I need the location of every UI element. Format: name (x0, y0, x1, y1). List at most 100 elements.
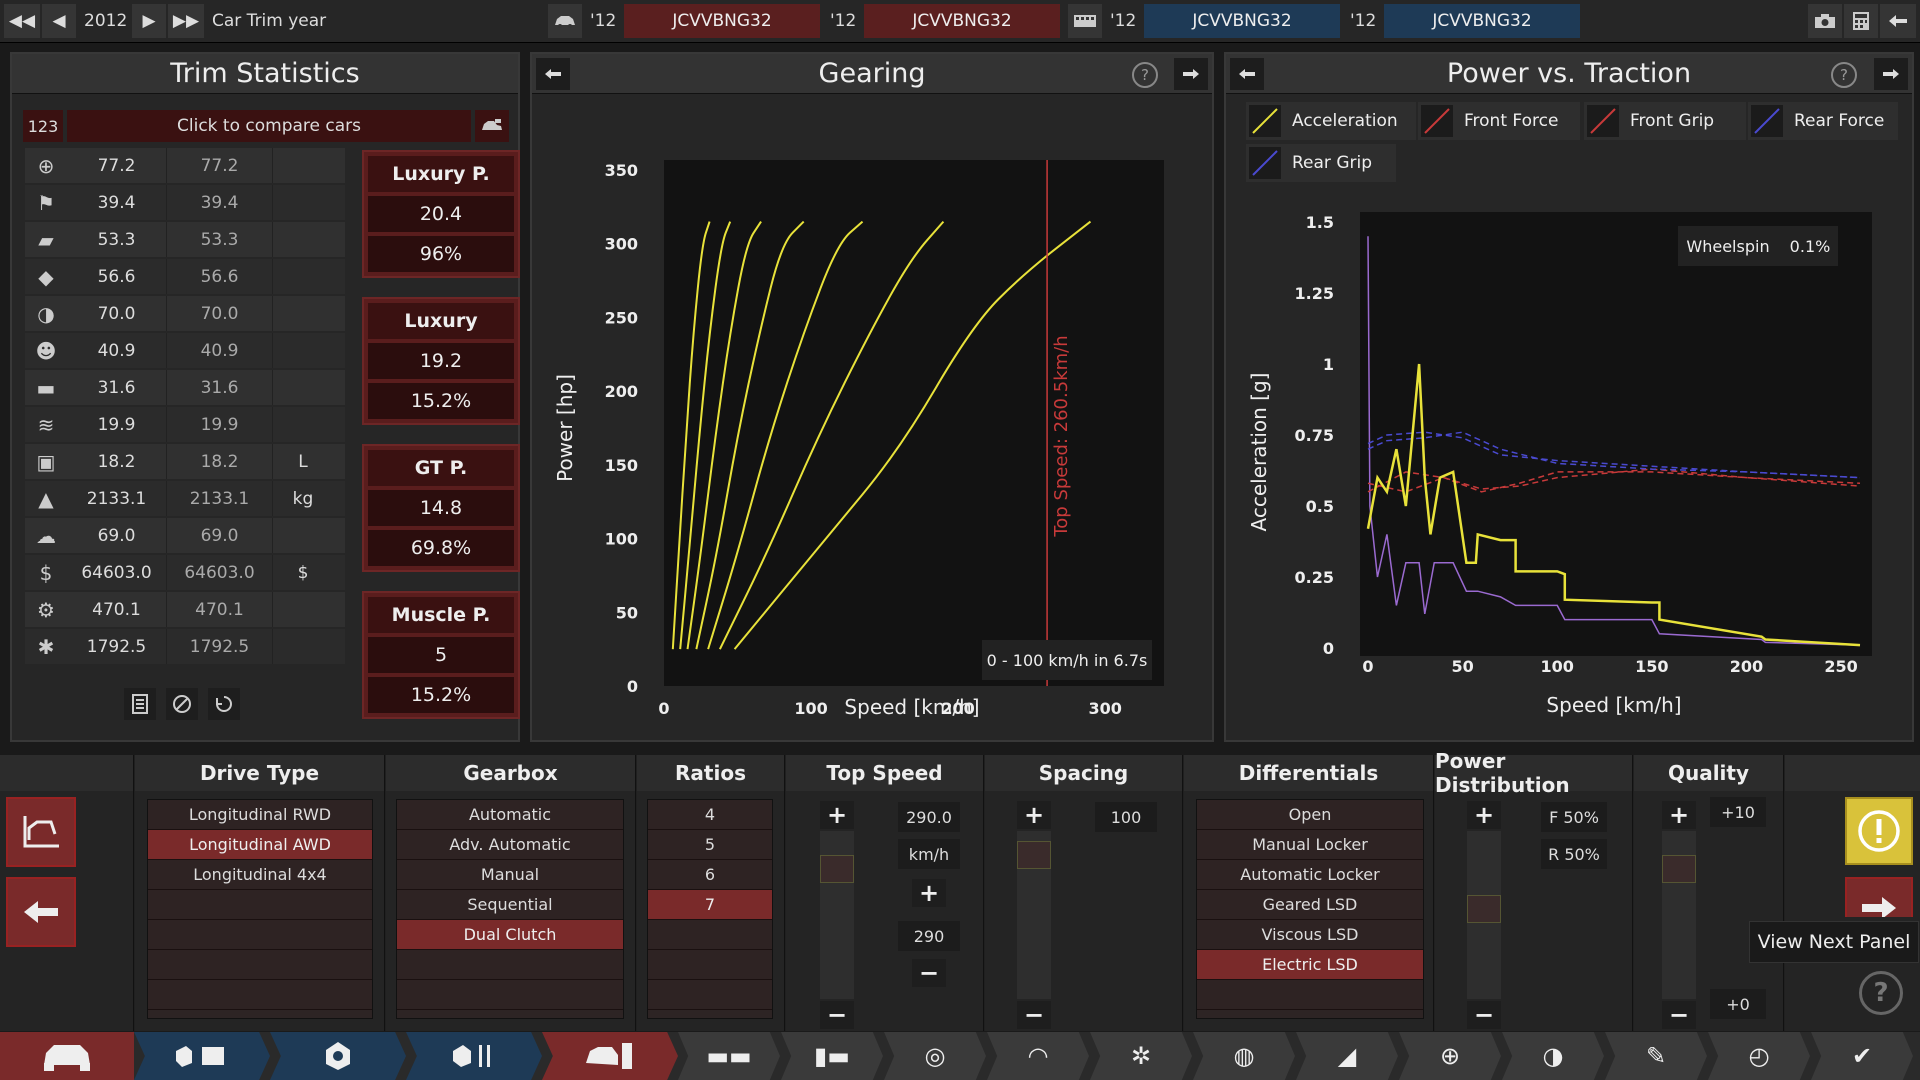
legend-item[interactable]: Front Grip (1584, 102, 1746, 140)
option-item[interactable]: Longitudinal 4x4 (148, 860, 372, 890)
trim-statistics-panel: Trim Statistics 123 Click to compare car… (10, 52, 520, 742)
top-speed-plus-button[interactable]: + (820, 801, 854, 829)
nav-test-icon[interactable]: ◴ (1708, 1032, 1810, 1080)
nav-tires-icon[interactable]: ◍ (1193, 1032, 1295, 1080)
reset-icon[interactable] (208, 688, 240, 720)
option-item[interactable]: Geared LSD (1197, 890, 1423, 920)
trim-selector-2[interactable]: JCVVBNG32 (864, 4, 1060, 38)
calculator-icon[interactable] (1844, 4, 1878, 38)
legend-item[interactable]: Rear Grip (1246, 144, 1396, 182)
gearing-help-icon[interactable]: ? (1132, 62, 1158, 88)
spacing-minus-button[interactable]: − (1017, 1001, 1051, 1029)
next-year-button[interactable]: ▶ (132, 4, 166, 38)
back-button[interactable] (6, 877, 76, 947)
front-distribution-value: F 50% (1541, 802, 1607, 832)
first-year-button[interactable]: ◀◀ (4, 4, 40, 38)
top-speed-minus-button[interactable]: − (820, 1001, 854, 1029)
x-tick-label: 200 (1730, 657, 1763, 676)
gearing-prev-arrow-icon[interactable] (536, 58, 570, 90)
trim-selector-1[interactable]: JCVVBNG32 (624, 4, 820, 38)
quality-minus-button[interactable]: − (1662, 1001, 1696, 1029)
nav-finish-icon[interactable]: ✔ (1811, 1032, 1913, 1080)
option-item[interactable]: Automatic Locker (1197, 860, 1423, 890)
option-item (148, 980, 372, 1010)
fuel-icon: ▣ (36, 449, 56, 474)
help-icon[interactable]: ? (1859, 971, 1903, 1015)
top-speed-slider-thumb[interactable] (820, 855, 854, 883)
option-item[interactable]: Viscous LSD (1197, 920, 1423, 950)
nav-chassis-icon[interactable]: ▬▬ (678, 1032, 780, 1080)
nav-engine-icon[interactable] (270, 1032, 406, 1080)
option-item[interactable]: Longitudinal AWD (148, 830, 372, 860)
option-item[interactable]: 5 (648, 830, 772, 860)
legend-item[interactable]: Front Force (1418, 102, 1580, 140)
trim-selector-3[interactable]: JCVVBNG32 (1144, 4, 1340, 38)
nav-handling-icon[interactable]: ⊕ (1399, 1032, 1501, 1080)
nav-brakes-icon[interactable]: ◠ (987, 1032, 1089, 1080)
traction-next-arrow-icon[interactable] (1874, 58, 1908, 90)
option-item[interactable]: 7 (648, 890, 772, 920)
warning-icon[interactable] (1845, 797, 1913, 865)
option-item[interactable]: Adv. Automatic (397, 830, 623, 860)
nav-engine-tune-icon[interactable] (406, 1032, 542, 1080)
spacing-slider-thumb[interactable] (1017, 841, 1051, 869)
nav-engine-family-icon[interactable] (134, 1032, 270, 1080)
stat-value-current: 40.9 (67, 333, 167, 368)
option-item[interactable]: 4 (648, 800, 772, 830)
spacing-value: 100 (1095, 802, 1157, 832)
next-panel-button[interactable] (1845, 877, 1913, 917)
last-year-button[interactable]: ▶▶ (168, 4, 204, 38)
report-icon[interactable] (124, 688, 156, 720)
stat-row: ◆ 56.6 56.6 (25, 259, 345, 294)
back-arrow-icon[interactable] (1880, 4, 1916, 38)
power-distribution-column: Power Distribution + − F 50% R 50% (1435, 749, 1633, 1031)
option-item[interactable]: Longitudinal RWD (148, 800, 372, 830)
compare-car-icon[interactable] (475, 110, 509, 142)
category-score: 20.4 (368, 196, 514, 232)
option-item[interactable]: Manual (397, 860, 623, 890)
legend-item[interactable]: Rear Force (1748, 102, 1898, 140)
nav-suspension-icon[interactable]: ▮▬ (781, 1032, 883, 1080)
top-speed-unit[interactable]: km/h (898, 839, 960, 869)
nav-wheels-icon[interactable]: ✲ (1090, 1032, 1192, 1080)
gearing-next-arrow-icon[interactable] (1174, 58, 1208, 90)
y-tick-label: 0 (1323, 639, 1334, 658)
power-distribution-slider-thumb[interactable] (1467, 895, 1501, 923)
nav-drivetrain-icon[interactable] (542, 1032, 678, 1080)
option-item[interactable]: Dual Clutch (397, 920, 623, 950)
compare-cars-button[interactable]: Click to compare cars (67, 110, 471, 142)
option-item[interactable]: Automatic (397, 800, 623, 830)
nav-interior-icon[interactable]: ✎ (1605, 1032, 1707, 1080)
option-item[interactable]: Open (1197, 800, 1423, 830)
power-distribution-minus-button[interactable]: − (1467, 1001, 1501, 1029)
option-item[interactable]: Electric LSD (1197, 950, 1423, 980)
stat-unit: kg (292, 488, 314, 509)
stat-unit (273, 407, 333, 442)
nav-aero-icon[interactable]: ◢ (1296, 1032, 1398, 1080)
quality-slider-thumb[interactable] (1662, 855, 1696, 883)
traction-prev-arrow-icon[interactable] (1230, 58, 1264, 90)
stat-unit (273, 333, 333, 368)
nav-lights-icon[interactable]: ◎ (884, 1032, 986, 1080)
target-speed-minus-button[interactable]: − (912, 959, 946, 987)
spacing-plus-button[interactable]: + (1017, 801, 1051, 829)
film-strip-icon[interactable] (1068, 4, 1102, 38)
camera-icon[interactable] (1808, 4, 1842, 38)
car-select-icon[interactable] (548, 4, 582, 38)
option-item[interactable]: Sequential (397, 890, 623, 920)
target-speed-plus-button[interactable]: + (912, 879, 946, 907)
traction-help-icon[interactable]: ? (1831, 62, 1857, 88)
clear-icon[interactable] (166, 688, 198, 720)
legend-item[interactable]: Acceleration (1246, 102, 1416, 140)
power-distribution-plus-button[interactable]: + (1467, 801, 1501, 829)
prev-year-button[interactable]: ◀ (42, 4, 76, 38)
nav-model-icon[interactable] (0, 1032, 134, 1080)
quality-plus-button[interactable]: + (1662, 801, 1696, 829)
trim-selector-4[interactable]: JCVVBNG32 (1384, 4, 1580, 38)
option-item[interactable]: 6 (648, 860, 772, 890)
y-tick-label: 350 (605, 161, 638, 180)
option-item[interactable]: Manual Locker (1197, 830, 1423, 860)
stat-row: ⚙ 470.1 470.1 (25, 592, 345, 627)
chassis-graph-icon[interactable] (6, 797, 76, 867)
nav-safety-icon[interactable]: ◑ (1502, 1032, 1604, 1080)
